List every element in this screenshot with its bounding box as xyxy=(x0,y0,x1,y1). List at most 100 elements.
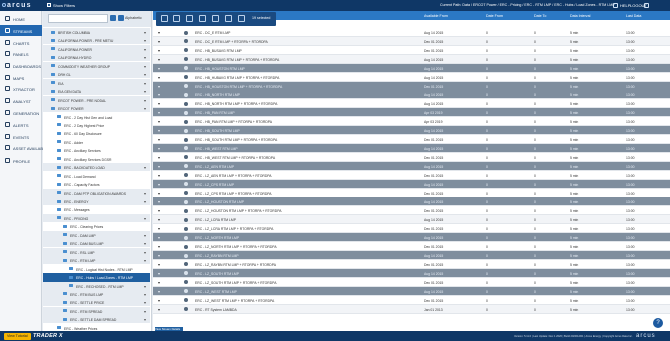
table-row[interactable]: ▾ ERC - HB_PAN RTM LMP + RTORPA + RTORDPA… xyxy=(153,117,670,127)
table-row[interactable]: ▾ ERC - HB_BUSAVG RTM LMP Dec 01 2015 0 0 5 m… xyxy=(153,45,670,55)
sidebar-item-alerts[interactable]: ALERTS xyxy=(0,119,42,130)
row-expand-icon[interactable]: ▾ xyxy=(158,289,160,294)
row-expand-icon[interactable]: ▾ xyxy=(158,75,160,80)
table-row[interactable]: ▾ ERC - HB_WEST RTM LMP Aug 14 2015 0 0 5 min… xyxy=(153,143,670,153)
sidebar-item-maps[interactable]: MAPS xyxy=(0,72,42,83)
table-row[interactable]: ▾ ERC - HB_NORTH RTM LMP Aug 14 2015 0 0 5 mi… xyxy=(153,90,670,100)
chevron-down-icon[interactable]: ▾ xyxy=(144,191,146,196)
tree-search-input[interactable] xyxy=(48,14,108,23)
chevron-down-icon[interactable]: ▾ xyxy=(144,55,146,60)
row-expand-icon[interactable]: ▾ xyxy=(158,217,160,222)
table-row[interactable]: ▾ ERC - LZ_HOUSTON RTM LMP + RTORPA + RTO… xyxy=(153,206,670,216)
column-header[interactable]: Last Data xyxy=(626,14,641,18)
chevron-down-icon[interactable]: ▾ xyxy=(144,284,146,289)
sidebar-item-streams[interactable]: STREAMS xyxy=(0,25,42,36)
column-header[interactable]: Date To xyxy=(534,14,546,18)
row-expand-icon[interactable]: ▾ xyxy=(158,128,160,133)
show-filters-label[interactable]: Show Filters xyxy=(53,3,75,8)
row-expand-icon[interactable]: ▾ xyxy=(158,57,160,62)
chevron-down-icon[interactable]: ▾ xyxy=(144,258,146,263)
sidebar-item-panels[interactable]: PANELS xyxy=(0,48,42,59)
chevron-down-icon[interactable]: ▾ xyxy=(144,300,146,305)
chevron-down-icon[interactable]: ▾ xyxy=(144,199,146,204)
chevron-down-icon[interactable]: ▾ xyxy=(144,64,146,69)
row-expand-icon[interactable]: ▾ xyxy=(158,271,160,276)
table-icon[interactable] xyxy=(173,15,180,22)
table-row[interactable]: ▾ ERC - LZ_AEN RTM LMP Aug 14 2015 0 0 5 min 1… xyxy=(153,161,670,171)
sidebar-item-dashboards[interactable]: DASHBOARDS xyxy=(0,60,42,71)
table-row[interactable]: ▾ ERC - HB_SOUTH RTM LMP Aug 14 2015 0 0 5 mi… xyxy=(153,126,670,136)
table-row[interactable]: ▾ ERC - RT System LAMBDA Jan 01 2013 0 0 5 mi… xyxy=(153,304,670,314)
chevron-down-icon[interactable]: ▾ xyxy=(144,216,146,221)
row-expand-icon[interactable]: ▾ xyxy=(158,199,160,204)
table-row[interactable]: ▾ ERC - LZ_AEN RTM LMP + RTORPA + RTORDPA… xyxy=(153,170,670,180)
chevron-down-icon[interactable]: ▾ xyxy=(144,250,146,255)
table-row[interactable]: ▾ ERC - LZ_LCRA RTM LMP Aug 14 2015 0 0 5 min… xyxy=(153,215,670,225)
row-expand-icon[interactable]: ▾ xyxy=(158,66,160,71)
show-filters-checkbox[interactable] xyxy=(47,3,51,7)
row-expand-icon[interactable]: ▾ xyxy=(158,137,160,142)
column-header[interactable]: Date From xyxy=(486,14,503,18)
row-expand-icon[interactable]: ▾ xyxy=(158,146,160,151)
code-icon[interactable] xyxy=(238,15,245,22)
table-row[interactable]: ▾ ERC - LZ_SOUTH RTM LMP Aug 14 2015 0 0 5 mi… xyxy=(153,268,670,278)
sidebar-item-profile[interactable]: PROFILE xyxy=(0,155,42,166)
sidebar-item-xtractor[interactable]: XTRACTOR xyxy=(0,83,42,94)
row-expand-icon[interactable]: ▾ xyxy=(158,155,160,160)
tree-search-icon[interactable] xyxy=(110,15,116,21)
chevron-down-icon[interactable]: ▾ xyxy=(144,292,146,297)
share-icon[interactable] xyxy=(212,15,219,22)
table-row[interactable]: ▾ ERC - HB_NORTH RTM LMP + RTORPA + RTORD… xyxy=(153,99,670,109)
chevron-down-icon[interactable]: ▾ xyxy=(144,81,146,86)
row-expand-icon[interactable]: ▾ xyxy=(158,235,160,240)
column-header[interactable]: Available From xyxy=(424,14,448,18)
row-expand-icon[interactable]: ▾ xyxy=(158,110,160,115)
column-header[interactable]: Data Interval xyxy=(570,14,590,18)
table-row[interactable]: ▾ ERC - LZ_CPS RTM LMP Aug 14 2015 0 0 5 min 1… xyxy=(153,179,670,189)
bell-icon[interactable] xyxy=(225,15,232,22)
table-row[interactable]: ▾ ERC - LZ_WEST RTM LMP + RTORPA + RTORDP… xyxy=(153,295,670,305)
row-expand-icon[interactable]: ▾ xyxy=(158,253,160,258)
row-expand-icon[interactable]: ▾ xyxy=(158,298,160,303)
chevron-down-icon[interactable]: ▾ xyxy=(144,106,146,111)
logout-link[interactable]: LOGOUT xyxy=(630,3,647,8)
table-row[interactable]: ▾ ERC - LZ_RAYBN RTM LMP Aug 14 2015 0 0 5 mi… xyxy=(153,251,670,260)
table-row[interactable]: ▾ ERC - LZ_RAYBN RTM LMP + RTORPA + RTORD… xyxy=(153,259,670,269)
row-expand-icon[interactable]: ▾ xyxy=(158,101,160,106)
help-link[interactable]: HELP xyxy=(620,3,630,8)
row-expand-icon[interactable]: ▾ xyxy=(158,262,160,267)
row-expand-icon[interactable]: ▾ xyxy=(158,84,160,89)
chart-icon[interactable] xyxy=(161,15,168,22)
table-row[interactable]: ▾ ERC - DC_E RTM LMP Aug 14 2015 0 0 5 min 13:… xyxy=(153,28,670,37)
table-row[interactable]: ▾ ERC - DC_E RTM LMP + RTORPA + RTORDPA De… xyxy=(153,36,670,46)
sidebar-item-generation[interactable]: GENERATION xyxy=(0,107,42,118)
sidebar-item-events[interactable]: EVENTS xyxy=(0,131,42,142)
table-row[interactable]: ▾ ERC - LZ_WEST RTM LMP Aug 14 2015 0 0 5 min… xyxy=(153,286,670,296)
table-row[interactable]: ▾ ERC - LZ_NORTH RTM LMP Aug 14 2015 0 0 5 mi… xyxy=(153,233,670,243)
chevron-down-icon[interactable]: ▾ xyxy=(144,317,146,322)
row-expand-icon[interactable]: ▾ xyxy=(158,191,160,196)
row-expand-icon[interactable]: ▾ xyxy=(158,307,160,312)
row-expand-icon[interactable]: ▾ xyxy=(158,92,160,97)
tree-sort-select[interactable]: Alphabetic xyxy=(125,16,142,20)
view-tutorial-button[interactable]: View Tutorial xyxy=(4,333,31,340)
star-icon[interactable] xyxy=(199,15,206,22)
chevron-down-icon[interactable]: ▾ xyxy=(144,72,146,77)
table-row[interactable]: ▾ ERC - HB_BUSAVG RTM LMP + RTORPA + RTOR… xyxy=(153,54,670,64)
chevron-down-icon[interactable]: ▾ xyxy=(144,47,146,52)
row-expand-icon[interactable]: ▾ xyxy=(158,30,160,35)
row-expand-icon[interactable]: ▾ xyxy=(158,48,160,53)
table-row[interactable]: ▾ ERC - HB_HOUSTON RTM LMP Aug 14 2015 0 0 5 … xyxy=(153,63,670,73)
row-expand-icon[interactable]: ▾ xyxy=(158,280,160,285)
table-row[interactable]: ▾ ERC - LZ_NORTH RTM LMP + RTORPA + RTORD… xyxy=(153,242,670,252)
row-expand-icon[interactable]: ▾ xyxy=(158,182,160,187)
table-row[interactable]: ▾ ERC - HB_WEST RTM LMP + RTORPA + RTORDP… xyxy=(153,152,670,162)
table-row[interactable]: ▾ ERC - HB_SOUTH RTM LMP + RTORPA + RTORD… xyxy=(153,135,670,145)
sidebar-item-charts[interactable]: CHARTS xyxy=(0,37,42,48)
row-expand-icon[interactable]: ▾ xyxy=(158,39,160,44)
sidebar-item-asset-availability[interactable]: ASSET AVAILABILITY xyxy=(0,142,53,153)
row-expand-icon[interactable]: ▾ xyxy=(158,164,160,169)
sidebar-item-home[interactable]: HOME xyxy=(0,13,42,24)
table-row[interactable]: ▾ ERC - HB_HOUSTON RTM LMP + RTORPA + RTO… xyxy=(153,81,670,91)
row-expand-icon[interactable]: ▾ xyxy=(158,119,160,124)
